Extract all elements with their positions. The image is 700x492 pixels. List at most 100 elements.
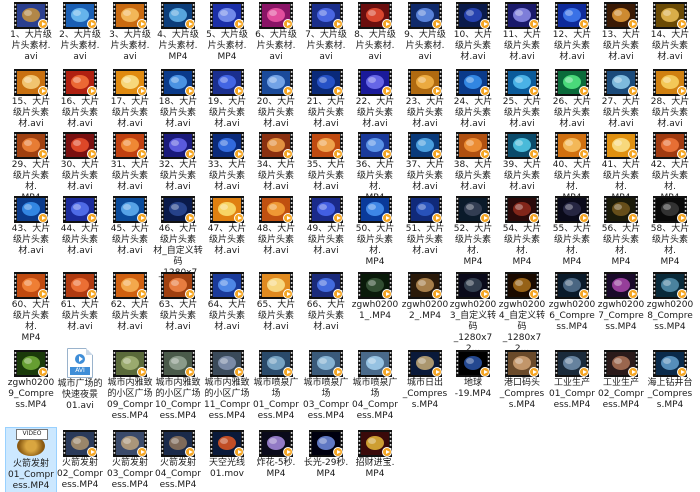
video-thumbnail [210,69,244,96]
file-item[interactable]: 18、大片 级片头素 材.avi [153,67,203,130]
file-item[interactable]: 11、大片 级片头素 材.avi [497,0,547,63]
file-item[interactable]: 40、大片 级片头素 材. MP4 [547,130,597,204]
file-item[interactable]: 炸花-5秒. MP4 [251,428,301,480]
file-item[interactable]: 地球 -19.MP4 [448,348,498,400]
file-item[interactable]: 21、大片 级片头素 材.avi [301,67,351,130]
file-item[interactable]: 39、大片 级片头素 材.avi [497,130,547,193]
file-item[interactable]: 36、大片 级片头素 材. MP4 [350,130,400,204]
file-item[interactable]: 城市喷泉广 场 01_Compr ess.MP4 [251,348,301,422]
file-item[interactable]: 20、大片 级片头素 材.avi [251,67,301,130]
file-item[interactable]: 城市内雅致 的小区广场 11_Compr ess.MP4 [202,348,252,422]
file-item[interactable]: 27、大片 级片头素 材.avi [596,67,646,130]
file-item[interactable]: 6、大片级 片头素材. avi [251,0,301,63]
file-item[interactable]: 天空光线 01.mov [202,428,252,480]
file-item[interactable]: 44、大片 级片头素 材.avi [55,194,105,257]
file-name: zgwh0200 1_.MP4 [351,300,399,321]
file-item[interactable]: 28、大片 级片头素 材.avi [645,67,695,130]
file-item[interactable]: 50、大片 级片头素 材. MP4 [350,194,400,268]
file-item[interactable]: 63、大片 级片头素 材.avi [153,270,203,333]
file-item[interactable]: 47、大片 级片头素 材.avi [202,194,252,257]
file-item[interactable]: 城市内雅致 的小区广场 10_Compr ess.MP4 [153,348,203,422]
play-badge-icon [529,149,539,159]
file-item[interactable]: zgwh0200 7_Compre ss.MP4 [596,270,646,333]
file-item[interactable]: 34、大片 级片头素 材.avi [251,130,301,193]
file-item[interactable]: zgwh0200 9_Compre ss.MP4 [6,348,56,411]
file-item[interactable]: 4、大片级 片头素材. MP4 [153,0,203,63]
file-item[interactable]: zgwh0200 2_.MP4 [400,270,450,322]
file-item[interactable]: 城市喷泉广 场 04_Compr ess.MP4 [350,348,400,422]
file-name: 8、大片级 片头素材. avi [354,30,396,62]
file-item[interactable]: 城市内雅致 的小区广场 09_Compr ess.MP4 [105,348,155,422]
file-item[interactable]: 12、大片 级片头素 材.avi [547,0,597,63]
file-item[interactable]: 长光-29秒. MP4 [301,428,351,480]
file-item[interactable]: AVI 城市广场的 快速夜景 01.avi [55,348,105,412]
file-item[interactable]: 城市喷泉广 场 03_Compr ess.MP4 [301,348,351,422]
file-item[interactable]: 招财进宝. MP4 [350,428,400,480]
file-item[interactable]: 56、大片 级片头素 材. MP4 [596,194,646,268]
video-thumbnail [555,2,589,29]
file-item[interactable]: 港口码头 _Compres s.MP4 [497,348,547,411]
file-item[interactable]: 35、大片 级片头素 材.avi [301,130,351,193]
file-item[interactable]: 65、大片 级片头素 材.avi [251,270,301,333]
file-item[interactable]: 25、大片 级片头素 材.avi [497,67,547,130]
file-item[interactable]: 26、大片 级片头素 材.avi [547,67,597,130]
file-item[interactable]: 9、大片级 片头素材. avi [400,0,450,63]
file-item[interactable]: 17、大片 级片头素 材.avi [105,67,155,130]
file-item[interactable]: zgwh0200 8_Compre ss.MP4 [645,270,695,333]
file-item[interactable]: 41、大片 级片头素 材. MP4 [596,130,646,204]
file-item[interactable]: 14、大片 级片头素 材.avi [645,0,695,63]
file-item[interactable]: 1、大片级 片头素材. avi [6,0,56,63]
file-item[interactable]: 城市日出 _Compres s.MP4 [400,348,450,411]
file-item[interactable]: 62、大片 级片头素 材.avi [105,270,155,333]
file-item[interactable]: 24、大片 级片头素 材.avi [448,67,498,130]
file-item[interactable]: 火箭发射 02_Compr ess.MP4 [55,428,105,491]
file-item[interactable]: 16、大片 级片头素 材.avi [55,67,105,130]
file-item[interactable]: 3、大片级 片头素材. avi [105,0,155,63]
file-item[interactable]: 42、大片 级片头素 材. MP4 [645,130,695,204]
file-item[interactable]: 19、大片 级片头素 材.avi [202,67,252,130]
video-thumbnail [408,196,442,223]
file-item[interactable]: 8、大片级 片头素材. avi [350,0,400,63]
file-item[interactable]: zgwh0200 1_.MP4 [350,270,400,322]
file-item[interactable]: 29、大片 级片头素 材. MP4 [6,130,56,204]
file-item[interactable]: 工业生产 01_Compr ess.MP4 [547,348,597,411]
file-item[interactable]: 54、大片 级片头素 材. MP4 [497,194,547,268]
file-item[interactable]: 23、大片 级片头素 材.avi [400,67,450,130]
file-item[interactable]: 45、大片 级片头素 材.avi [105,194,155,257]
file-item[interactable]: 2、大片级 片头素材. avi [55,0,105,63]
file-item[interactable]: 火箭发射 03_Compr ess.MP4 [105,428,155,491]
file-item[interactable]: 海上钻井台 _Compres s.MP4 [645,348,695,411]
file-item[interactable]: 51、大片 级片头素 材.avi [400,194,450,257]
file-item[interactable]: 48、大片 级片头素 材.avi [251,194,301,257]
file-item[interactable]: zgwh0200 3_自定义转 码 _1280x72... [448,270,498,355]
file-item[interactable]: 38、大片 级片头素 材.avi [448,130,498,193]
file-item[interactable]: zgwh0200 6_Compre ss.MP4 [547,270,597,333]
file-item[interactable]: 15、大片 级片头素 材.avi [6,67,56,130]
file-item[interactable]: 43、大片 级片头素 材.avi [6,194,56,257]
file-item[interactable]: 工业生产 02_Compr ess.MP4 [596,348,646,411]
file-item[interactable]: 33、大片 级片头素 材.avi [202,130,252,193]
video-thumbnail [210,350,244,377]
file-item[interactable]: 64、大片 级片头素 材.avi [202,270,252,333]
file-item[interactable]: 10、大片 级片头素 材.avi [448,0,498,63]
file-item[interactable]: 30、大片 级片头素 材.avi [55,130,105,193]
file-item[interactable]: 49、大片 级片头素 材.avi [301,194,351,257]
file-item[interactable]: 58、大片 级片头素 材. MP4 [645,194,695,268]
file-item[interactable]: 37、大片 级片头素 材.avi [400,130,450,193]
file-item[interactable]: 52、大片 级片头素 材. MP4 [448,194,498,268]
file-item[interactable]: 55、大片 级片头素 材. MP4 [547,194,597,268]
file-item[interactable]: 66、大片 级片头素 材.avi [301,270,351,333]
file-item[interactable]: zgwh0200 4_自定义转 码 _1280x72... [497,270,547,355]
file-item[interactable]: 61、大片 级片头素 材.avi [55,270,105,333]
file-item[interactable]: 7、大片级 片头素材. avi [301,0,351,63]
file-item[interactable]: 60、大片 级片头素 材. MP4 [6,270,56,344]
video-thumbnail [604,196,638,223]
file-item[interactable]: VIDEO 火箭发射 01_Compr ess.MP4 [5,427,57,492]
file-item[interactable]: 22、大片 级片头素 材.avi [350,67,400,130]
file-item[interactable]: 火箭发射 04_Compr ess.MP4 [153,428,203,491]
file-item[interactable]: 5、大片级 片头素材. MP4 [202,0,252,63]
file-item[interactable]: 31、大片 级片头素 材.avi [105,130,155,193]
file-item[interactable]: 13、大片 级片头素 材.avi [596,0,646,63]
file-item[interactable]: 32、大片 级片头素 材.avi [153,130,203,193]
play-badge-icon [432,19,442,29]
